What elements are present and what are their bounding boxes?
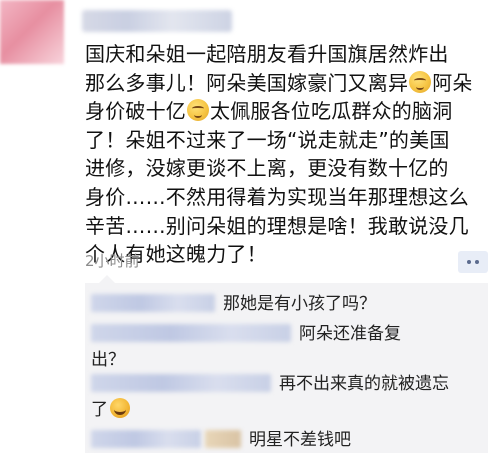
comment-item[interactable]: 那她是有小孩了吗？ <box>91 291 376 317</box>
post-line: 国庆和朵姐一起陪朋友看升国旗居然炸出 <box>85 42 449 66</box>
comment-text: 出？ <box>91 350 125 370</box>
comment-item[interactable]: 阿朵还准备复 出？ <box>91 321 471 373</box>
post-line: 身价……不然用得着为实现当年那理想这么 <box>85 184 469 209</box>
comment-text: 明星不差钱吧 <box>249 430 351 450</box>
commenter-name-blurred[interactable] <box>91 430 201 448</box>
post-line: 那么多事儿！阿朵美国嫁豪门又离异 阿朵 <box>85 70 473 95</box>
post-line: 身价破十亿 太佩服各位吃瓜群众的脑洞 <box>85 99 453 124</box>
comment-text: 了 <box>91 400 108 420</box>
post-line: 个人有她这魄力了！ <box>85 242 267 267</box>
avatar[interactable] <box>0 0 64 64</box>
more-button[interactable] <box>458 251 488 273</box>
more-dots-icon <box>467 260 479 264</box>
laugh-cry-emoji-icon <box>110 398 130 418</box>
comment-text: 阿朵还准备复 <box>299 324 401 344</box>
comment-item[interactable]: 明星不差钱吧 <box>91 427 351 453</box>
grin-emoji-icon <box>409 70 432 93</box>
commenter-name-blurred[interactable] <box>91 294 215 312</box>
post-line: 了！朵姐不过来了一场“说走就走”的美国 <box>85 127 450 152</box>
post-line: 辛苦……别问朵姐的理想是啥！我敢说没几 <box>85 213 469 238</box>
comment-text: 再不出来真的就被遗忘 <box>279 374 449 394</box>
post-text: 国庆和朵姐一起陪朋友看升国旗居然炸出 那么多事儿！阿朵美国嫁豪门又离异 阿朵 身价… <box>85 40 485 269</box>
commenter-name-blurred[interactable] <box>91 374 271 392</box>
comment-item[interactable]: 再不出来真的就被遗忘 了 <box>91 371 471 423</box>
post-timestamp: 2小时前 <box>85 252 140 270</box>
commenter-name-blurred[interactable] <box>91 324 291 342</box>
post-line: 进修，没嫁更谈不上离，更没有数十亿的 <box>85 156 449 181</box>
username-blurred[interactable] <box>82 10 232 32</box>
grin-emoji-icon <box>187 99 209 122</box>
comments-panel: 那她是有小孩了吗？ 阿朵还准备复 出？ 再不出来真的就被遗忘 了 明星不差钱吧 <box>85 275 488 453</box>
commenter-name-blurred[interactable] <box>205 430 241 448</box>
comment-text: 那她是有小孩了吗？ <box>223 294 376 314</box>
